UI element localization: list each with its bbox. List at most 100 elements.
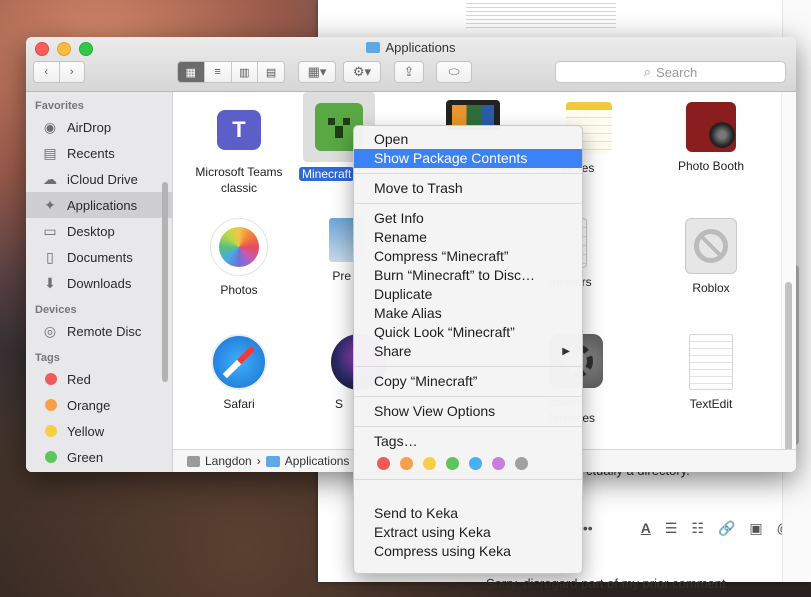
- sidebar-item-icloud-drive[interactable]: ☁ iCloud Drive: [26, 166, 172, 192]
- menu-item-tags[interactable]: Tags…: [354, 432, 582, 451]
- gear-icon: ⚙▾: [352, 64, 372, 79]
- menu-item-blank: [354, 485, 582, 504]
- text-format-icon[interactable]: A: [641, 520, 651, 536]
- link-icon[interactable]: 🔗: [718, 520, 735, 537]
- app-item[interactable]: TextEdit: [651, 334, 771, 412]
- applications-icon: ✦: [44, 196, 56, 213]
- sidebar-item-documents[interactable]: ▯ Documents: [26, 244, 172, 270]
- tag-color-button[interactable]: [446, 457, 459, 470]
- sidebar-tag-green[interactable]: Green: [26, 444, 172, 470]
- menu-item-compress-using-keka[interactable]: Compress using Keka: [354, 542, 582, 561]
- sidebar-tag-orange[interactable]: Orange: [26, 392, 172, 418]
- menu-item-label: Tags…: [374, 433, 418, 449]
- tag-icon: ⬭: [448, 64, 460, 79]
- app-label: S: [334, 397, 343, 411]
- photo-booth-icon: [686, 102, 736, 152]
- app-item[interactable]: S: [291, 334, 387, 412]
- menu-item-quick-look-minecraft[interactable]: Quick Look “Minecraft”: [354, 323, 582, 342]
- sidebar-item-desktop[interactable]: ▭ Desktop: [26, 218, 172, 244]
- path-item-root[interactable]: Langdon: [205, 454, 252, 468]
- sidebar-scrollbar[interactable]: [162, 182, 168, 382]
- tag-color-button[interactable]: [469, 457, 482, 470]
- group-button[interactable]: ▦▾: [298, 61, 336, 83]
- folder-icon: [265, 455, 280, 467]
- app-item[interactable]: Safari: [179, 334, 299, 412]
- view-mode-segment: ▦ ≡ ▥ ▤: [177, 61, 285, 83]
- sidebar-item-applications[interactable]: ✦ Applications: [26, 192, 172, 218]
- sidebar-tag-red[interactable]: Red: [26, 366, 172, 392]
- menu-item-open[interactable]: Open: [354, 130, 582, 149]
- share-button[interactable]: ⇪: [394, 61, 424, 83]
- app-item[interactable]: Photo Booth: [651, 102, 771, 174]
- menu-item-label: Move to Trash: [374, 180, 463, 196]
- menu-item-send-to-keka[interactable]: Send to Keka: [354, 504, 582, 523]
- app-item[interactable]: Roblox: [651, 218, 771, 296]
- window-title: Applications: [26, 40, 796, 55]
- tag-color-dot: [45, 451, 57, 463]
- menu-item-burn-minecraft-to-disc[interactable]: Burn “Minecraft” to Disc…: [354, 266, 582, 285]
- app-item[interactable]: Pre: [291, 218, 363, 284]
- titlebar: Applications ‹ › ▦ ≡ ▥ ▤ ▦▾ ⚙▾ ⇪ ⬭ ⌕ Sear…: [26, 37, 796, 92]
- menu-item-label: Make Alias: [374, 305, 442, 321]
- menu-item-label: Send to Keka: [374, 505, 459, 521]
- sidebar-section-favorites: Favorites: [35, 100, 84, 112]
- app-item[interactable]: Photos: [179, 218, 299, 298]
- action-gear-button[interactable]: ⚙▾: [343, 61, 381, 83]
- app-label: Pre: [332, 269, 351, 283]
- sidebar-item-recents[interactable]: ▤ Recents: [26, 140, 172, 166]
- forward-button[interactable]: ›: [59, 62, 84, 82]
- sidebar-item-label: Recents: [67, 145, 115, 161]
- tag-color-button[interactable]: [423, 457, 436, 470]
- nav-buttons: ‹ ›: [33, 61, 85, 83]
- scroll-thumb[interactable]: [785, 282, 792, 462]
- sidebar-item-downloads[interactable]: ⬇ Downloads: [26, 270, 172, 296]
- image-icon[interactable]: ▣: [749, 520, 762, 537]
- tag-color-dot: [45, 425, 57, 437]
- tag-color-button[interactable]: [492, 457, 505, 470]
- menu-item-label: Duplicate: [374, 286, 433, 302]
- menu-item-copy-minecraft[interactable]: Copy “Minecraft”: [354, 372, 582, 391]
- numbered-list-icon[interactable]: ☷: [691, 520, 704, 537]
- sidebar-item-label: Yellow: [67, 423, 105, 439]
- menu-item-extract-using-keka[interactable]: Extract using Keka: [354, 523, 582, 542]
- menu-item-move-to-trash[interactable]: Move to Trash: [354, 179, 582, 198]
- sidebar-tag-yellow[interactable]: Yellow: [26, 418, 172, 444]
- menu-item-get-info[interactable]: Get Info: [354, 209, 582, 228]
- menu-tag-colors: [354, 451, 582, 474]
- menu-item-rename[interactable]: Rename: [354, 228, 582, 247]
- menu-separator: [354, 203, 582, 204]
- tag-color-button[interactable]: [377, 457, 390, 470]
- menu-item-show-package-contents[interactable]: Show Package Contents: [354, 149, 582, 168]
- tag-color-dot: [45, 373, 57, 385]
- tag-color-button[interactable]: [400, 457, 413, 470]
- icon-view-button[interactable]: ▦: [178, 62, 205, 82]
- app-label: Photos: [220, 283, 258, 297]
- menu-item-compress-minecraft[interactable]: Compress “Minecraft”: [354, 247, 582, 266]
- menu-item-show-view-options[interactable]: Show View Options: [354, 402, 582, 421]
- folder-icon: [366, 42, 381, 53]
- menu-separator: [354, 173, 582, 174]
- sidebar-item-airdrop[interactable]: ◉ AirDrop: [26, 114, 172, 140]
- menu-item-duplicate[interactable]: Duplicate: [354, 285, 582, 304]
- edit-tags-button[interactable]: ⬭: [436, 61, 472, 83]
- sidebar-item-label: Red: [67, 371, 91, 387]
- sidebar-item-remote-disc[interactable]: ◎ Remote Disc: [26, 318, 172, 344]
- menu-separator: [354, 479, 582, 480]
- bullet-list-icon[interactable]: ☰: [665, 520, 678, 537]
- menu-item-share[interactable]: Share ▶: [354, 342, 582, 361]
- gallery-view-button[interactable]: ▤: [258, 62, 284, 82]
- menu-item-label: Copy “Minecraft”: [374, 373, 478, 389]
- tag-color-button[interactable]: [515, 457, 528, 470]
- menu-item-label: Open: [374, 131, 409, 147]
- list-view-button[interactable]: ≡: [204, 62, 232, 82]
- app-item[interactable]: T Microsoft Teams classic: [179, 102, 299, 196]
- back-button[interactable]: ‹: [34, 62, 60, 82]
- window-title-text: Applications: [385, 40, 456, 55]
- submenu-arrow-icon: ▶: [562, 346, 570, 357]
- path-separator-icon: ›: [256, 454, 261, 468]
- menu-item-make-alias[interactable]: Make Alias: [354, 304, 582, 323]
- column-view-button[interactable]: ▥: [231, 62, 259, 82]
- path-item-folder[interactable]: Applications: [285, 454, 350, 468]
- search-field[interactable]: ⌕ Search: [555, 61, 786, 83]
- file-grid-scrollbar[interactable]: [781, 92, 796, 462]
